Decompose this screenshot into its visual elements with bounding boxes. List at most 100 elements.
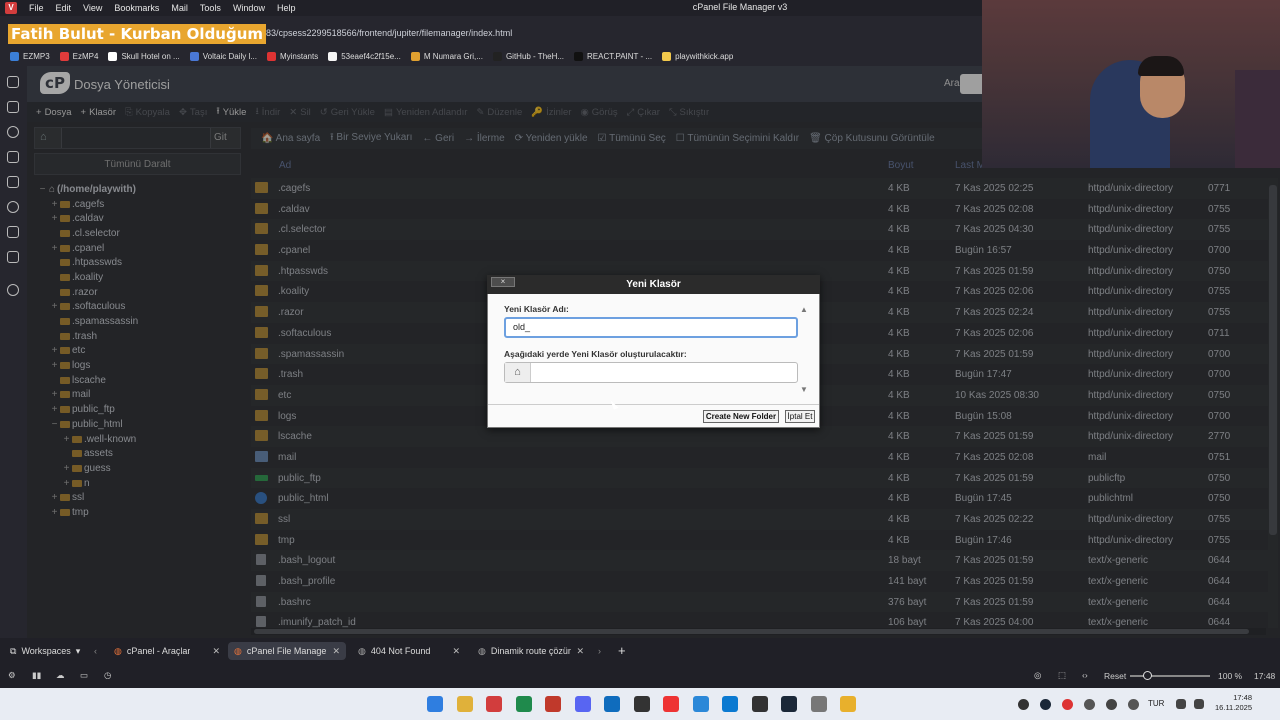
menu-file[interactable]: File bbox=[29, 3, 44, 13]
dialog-close-button[interactable]: × bbox=[491, 277, 515, 287]
tab-close-icon[interactable]: ✕ bbox=[576, 646, 584, 657]
tab-0[interactable]: ◍ cPanel - Araçlar ✕ bbox=[108, 642, 226, 660]
tray-app2-icon[interactable] bbox=[1084, 699, 1095, 710]
bookmark-item[interactable]: Skull Hotel on ... bbox=[108, 51, 180, 61]
menu-tools[interactable]: Tools bbox=[200, 3, 221, 13]
bookmarks-panel-icon[interactable] bbox=[7, 76, 19, 88]
explorer-icon[interactable] bbox=[692, 696, 709, 712]
language-indicator[interactable]: TUR bbox=[1148, 699, 1164, 708]
bookmark-item[interactable]: REACT.PAINT - ... bbox=[574, 51, 653, 61]
new-tab-icon[interactable]: + bbox=[618, 643, 626, 658]
tray-volume-icon[interactable] bbox=[1194, 699, 1204, 709]
vivaldi-logo-icon[interactable]: V bbox=[5, 2, 17, 14]
url-field[interactable]: .app:2083/cpsess2299518566/frontend/jupi… bbox=[236, 28, 512, 38]
tab-2[interactable]: ◍ 404 Not Found ✕ bbox=[352, 642, 466, 660]
tray-red-icon[interactable] bbox=[1062, 699, 1073, 710]
mail-panel-icon[interactable] bbox=[7, 201, 19, 213]
bookmark-item[interactable]: M Numara Gri,... bbox=[410, 51, 483, 61]
menu-bookmarks[interactable]: Bookmarks bbox=[114, 3, 159, 13]
folder-location-label: Aşağıdaki yerde Yeni Klasör oluşturulaca… bbox=[504, 349, 687, 359]
tab-bar: ⧉ Workspaces ▾ ‹ › + ◍ cPanel - Araçlar ✕ ◍… bbox=[0, 638, 1280, 664]
tab-label: cPanel - Araçlar bbox=[126, 646, 191, 656]
tab-close-icon[interactable]: ✕ bbox=[452, 646, 460, 657]
tab-favicon-icon: ◍ bbox=[234, 645, 242, 656]
feeds-icon[interactable] bbox=[7, 251, 19, 263]
scroll-up-icon[interactable]: ▲ bbox=[800, 305, 808, 314]
bookmark-label: Voltaic Daily l... bbox=[202, 51, 257, 61]
bookmark-label: GitHub - TheH... bbox=[505, 51, 565, 61]
gpu-icon[interactable] bbox=[633, 696, 650, 712]
notes-icon[interactable] bbox=[7, 151, 19, 163]
clock-time: 17:48 bbox=[1233, 693, 1252, 702]
create-new-folder-button[interactable]: Create New Folder bbox=[703, 410, 779, 423]
zoom-reset-button[interactable]: Reset bbox=[1104, 671, 1126, 681]
tray-app-icon[interactable] bbox=[1018, 699, 1029, 710]
bookmark-item[interactable]: playwithkick.app bbox=[662, 51, 733, 61]
bookmark-item[interactable]: EzMP4 bbox=[59, 51, 98, 61]
vivaldi-icon[interactable] bbox=[486, 696, 502, 712]
zoom-slider-handle[interactable] bbox=[1143, 671, 1152, 680]
tab-close-icon[interactable]: ✕ bbox=[212, 646, 220, 657]
translate-icon[interactable] bbox=[7, 176, 19, 188]
tool-icon[interactable] bbox=[810, 696, 827, 712]
bookmark-item[interactable]: 53eaef4c2f15e... bbox=[328, 51, 401, 61]
bookmark-label: REACT.PAINT - ... bbox=[587, 51, 653, 61]
steam-icon[interactable] bbox=[781, 696, 797, 712]
tray-steam-icon[interactable] bbox=[1040, 699, 1051, 710]
bookmark-favicon-icon bbox=[662, 51, 672, 61]
discord-icon[interactable] bbox=[574, 696, 591, 712]
windows-icon[interactable] bbox=[427, 696, 443, 712]
workspaces-button[interactable]: ⧉ Workspaces ▾ bbox=[4, 642, 86, 660]
downloads-icon[interactable] bbox=[7, 101, 19, 113]
panel-toggle-icon[interactable]: ▮▮ bbox=[32, 670, 41, 681]
youtube-icon[interactable] bbox=[663, 696, 679, 712]
add-panel-icon[interactable] bbox=[7, 284, 19, 296]
calendar-icon[interactable] bbox=[7, 226, 19, 238]
clock-icon[interactable]: ◷ bbox=[104, 670, 111, 681]
tab-close-icon[interactable]: ✕ bbox=[332, 646, 340, 657]
chrome-icon[interactable] bbox=[456, 696, 473, 712]
menu-view[interactable]: View bbox=[83, 3, 102, 13]
menu-window[interactable]: Window bbox=[233, 3, 265, 13]
tabs-scroll-left-icon[interactable]: ‹ bbox=[94, 646, 97, 656]
bookmark-favicon-icon bbox=[328, 51, 338, 61]
bookmark-favicon-icon bbox=[492, 51, 502, 61]
capture-icon[interactable]: ◎ bbox=[1034, 670, 1041, 681]
bookmark-item[interactable]: EZMP3 bbox=[10, 51, 50, 61]
tab-1[interactable]: ◍ cPanel File Manager v3 ✕ bbox=[228, 642, 346, 660]
clock-date: 16.11.2025 bbox=[1215, 703, 1252, 712]
tray-network-icon[interactable] bbox=[1106, 699, 1117, 710]
tab-3[interactable]: ◍ Dinamik route çözümü ✕ bbox=[472, 642, 590, 660]
menu-edit[interactable]: Edit bbox=[56, 3, 72, 13]
app-icon[interactable] bbox=[604, 696, 620, 712]
bookmark-label: Myinstants bbox=[279, 51, 319, 61]
scroll-down-icon[interactable]: ▼ bbox=[800, 385, 808, 394]
obs-icon[interactable] bbox=[751, 696, 768, 712]
zoom-slider[interactable] bbox=[1130, 675, 1210, 677]
bookmark-item[interactable]: Voltaic Daily l... bbox=[189, 51, 257, 61]
bookmark-label: 53eaef4c2f15e... bbox=[341, 51, 401, 61]
menu-help[interactable]: Help bbox=[277, 3, 296, 13]
cancel-button[interactable]: İptal Et bbox=[785, 410, 815, 423]
taskbar-clock[interactable]: 17:48 16.11.2025 bbox=[1212, 693, 1252, 713]
tray-mic-icon[interactable] bbox=[1128, 699, 1139, 710]
bookmark-item[interactable]: Myinstants bbox=[266, 51, 319, 61]
folder-location-input[interactable] bbox=[504, 362, 798, 383]
filezilla-icon[interactable] bbox=[545, 696, 561, 712]
code-icon[interactable]: ‹› bbox=[1082, 670, 1088, 680]
folder-icon[interactable] bbox=[840, 696, 856, 712]
edge-icon[interactable] bbox=[722, 696, 738, 712]
folder-name-input[interactable]: old_ bbox=[504, 317, 798, 338]
menu-mail[interactable]: Mail bbox=[171, 3, 188, 13]
bookmark-item[interactable]: GitHub - TheH... bbox=[492, 51, 565, 61]
window-icon[interactable]: ▭ bbox=[80, 670, 88, 681]
folder-name-label: Yeni Klasör Adı: bbox=[504, 304, 569, 314]
cloud-icon[interactable]: ☁ bbox=[56, 670, 65, 681]
terminal-icon[interactable] bbox=[515, 696, 532, 712]
streamer-name-overlay: Fatih Bulut - Kurban Olduğum bbox=[8, 24, 267, 44]
tabs-scroll-right-icon[interactable]: › bbox=[598, 646, 601, 656]
tray-wifi-icon[interactable] bbox=[1176, 699, 1186, 709]
sync-icon[interactable]: ⚙ bbox=[8, 670, 16, 681]
tiling-icon[interactable]: ⬚ bbox=[1058, 670, 1066, 681]
history-icon[interactable] bbox=[7, 126, 19, 138]
